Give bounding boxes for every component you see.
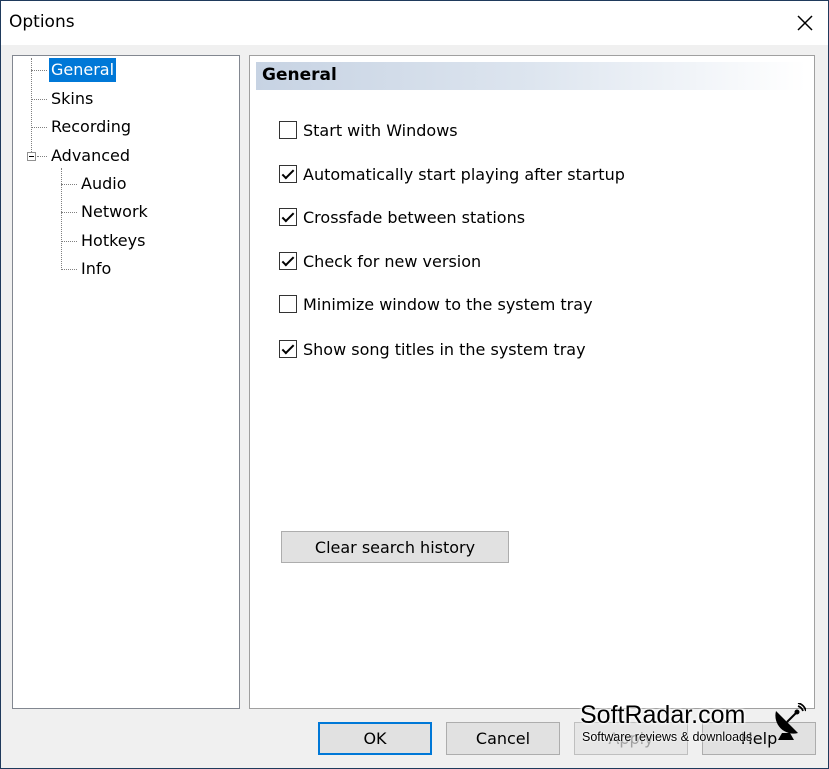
option-label: Minimize window to the system tray [303,294,593,314]
checkbox[interactable] [279,295,297,313]
option-autoplay[interactable]: Automatically start playing after startu… [279,163,625,185]
tree-connector [31,58,32,158]
tree-item-skins[interactable]: Skins [49,87,95,111]
settings-panel: General Start with Windows Automatically… [249,55,815,709]
window-title: Options [9,12,75,32]
close-button[interactable] [788,7,822,39]
option-label: Start with Windows [303,120,458,140]
option-song-titles-tray[interactable]: Show song titles in the system tray [279,338,586,360]
options-dialog: Options General Skins Recording Advanced… [0,0,829,769]
tree-item-info[interactable]: Info [79,257,113,281]
panel-title: General [262,65,337,85]
tree-item-advanced[interactable]: Advanced [49,144,132,168]
option-check-version[interactable]: Check for new version [279,250,481,272]
tree-item-network[interactable]: Network [79,200,150,224]
option-label: Check for new version [303,251,482,271]
tree-connector [61,269,77,270]
cancel-button[interactable]: Cancel [446,722,560,755]
tree-connector [61,184,77,185]
clear-search-history-button[interactable]: Clear search history [281,531,509,563]
option-label: Automatically start playing after startu… [303,164,625,184]
help-button[interactable]: Help [702,722,816,755]
panel-header: General [256,62,806,90]
apply-button[interactable]: Apply [574,722,688,755]
collapse-icon[interactable] [27,152,36,161]
checkbox[interactable] [279,121,297,139]
option-start-with-windows[interactable]: Start with Windows [279,119,458,141]
tree-item-audio[interactable]: Audio [79,172,128,196]
option-minimize-tray[interactable]: Minimize window to the system tray [279,293,593,315]
checkbox[interactable] [279,208,297,226]
checkbox[interactable] [279,165,297,183]
close-icon [797,15,813,31]
tree-item-recording[interactable]: Recording [49,115,133,139]
title-bar: Options [1,1,828,45]
tree-connector [61,241,77,242]
option-label: Show song titles in the system tray [303,339,586,359]
option-label: Crossfade between stations [303,207,526,227]
checkbox[interactable] [279,340,297,358]
tree-item-hotkeys[interactable]: Hotkeys [79,229,147,253]
tree-connector [31,70,47,71]
option-crossfade[interactable]: Crossfade between stations [279,206,525,228]
ok-button[interactable]: OK [318,722,432,755]
tree-connector [61,212,77,213]
tree-item-general[interactable]: General [49,58,117,82]
tree-connector [37,156,47,157]
checkbox[interactable] [279,252,297,270]
tree-connector [31,127,47,128]
settings-tree[interactable]: General Skins Recording Advanced Audio N… [12,55,240,709]
tree-connector [31,99,47,100]
